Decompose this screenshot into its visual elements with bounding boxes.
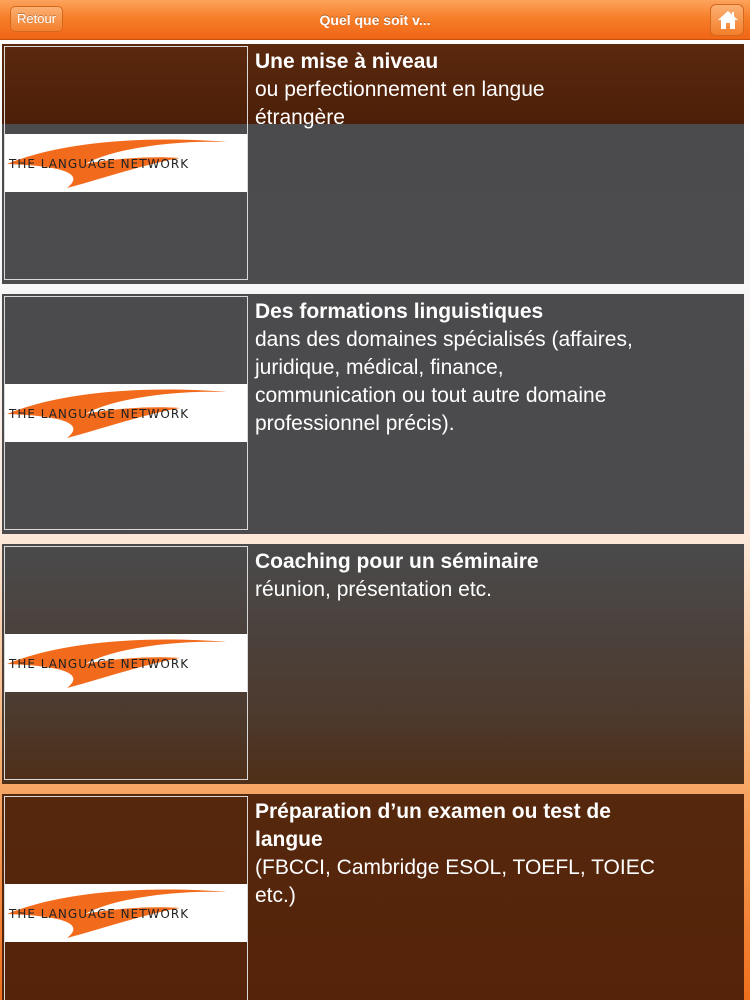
item-text: Des formations linguistiques dans des do… — [255, 298, 735, 438]
item-text: Coaching pour un séminaire réunion, prés… — [255, 548, 735, 604]
list-item[interactable]: THE LANGUAGE NETWORK Une mise à niveau o… — [2, 44, 744, 284]
language-network-logo: THE LANGUAGE NETWORK — [5, 884, 247, 942]
item-thumbnail: THE LANGUAGE NETWORK — [4, 546, 248, 780]
offer-list: THE LANGUAGE NETWORK Une mise à niveau o… — [0, 44, 750, 1000]
item-thumbnail: THE LANGUAGE NETWORK — [4, 796, 248, 1000]
language-network-logo: THE LANGUAGE NETWORK — [5, 384, 247, 442]
list-item[interactable]: THE LANGUAGE NETWORK Des formations ling… — [2, 294, 744, 534]
language-network-logo: THE LANGUAGE NETWORK — [5, 634, 247, 692]
language-network-logo: THE LANGUAGE NETWORK — [5, 134, 247, 192]
item-title: Coaching pour un séminaire — [255, 550, 539, 573]
svg-text:THE LANGUAGE NETWORK: THE LANGUAGE NETWORK — [8, 157, 189, 171]
back-button[interactable]: Retour — [10, 6, 64, 32]
item-title: Une mise à niveau — [255, 50, 439, 73]
svg-text:THE LANGUAGE NETWORK: THE LANGUAGE NETWORK — [8, 907, 189, 921]
item-subtitle: (FBCCI, Cambridge ESOL, TOEFL, TOIEC etc… — [255, 856, 655, 907]
home-button[interactable] — [710, 4, 744, 36]
item-text: Une mise à niveau ou perfectionnement en… — [255, 48, 735, 132]
item-thumbnail: THE LANGUAGE NETWORK — [4, 296, 248, 530]
item-subtitle: dans des domaines spécialisés (affaires,… — [255, 328, 633, 435]
navigation-bar: Retour Quel que soit v... — [0, 0, 750, 40]
list-item[interactable]: THE LANGUAGE NETWORK Préparation d’un ex… — [2, 794, 744, 1000]
item-text: Préparation d’un examen ou test de langu… — [255, 798, 735, 910]
home-icon — [718, 11, 738, 29]
svg-text:THE LANGUAGE NETWORK: THE LANGUAGE NETWORK — [8, 407, 189, 421]
item-title: Des formations linguistiques — [255, 300, 544, 323]
list-item[interactable]: THE LANGUAGE NETWORK Coaching pour un sé… — [2, 544, 744, 784]
svg-text:THE LANGUAGE NETWORK: THE LANGUAGE NETWORK — [8, 657, 189, 671]
item-title: Préparation d’un examen ou test de langu… — [255, 800, 611, 851]
item-subtitle: réunion, présentation etc. — [255, 578, 492, 601]
item-thumbnail: THE LANGUAGE NETWORK — [4, 46, 248, 280]
item-subtitle: ou perfectionnement en langue étrangère — [255, 78, 545, 129]
page-title: Quel que soit v... — [319, 12, 431, 28]
